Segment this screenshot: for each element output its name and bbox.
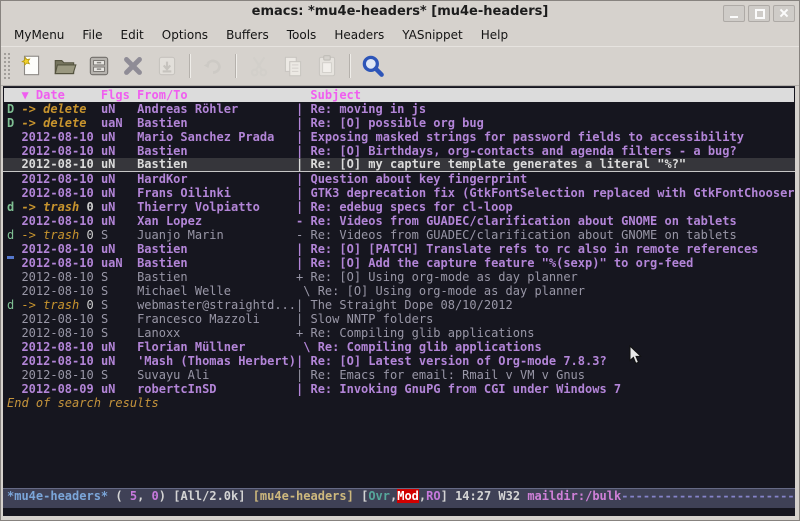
modeline-plain: ] xyxy=(441,489,455,503)
message-row[interactable]: 2012-08-10 S Michael Welle \ Re: [O] Usi… xyxy=(3,284,795,298)
paste-button[interactable] xyxy=(310,51,344,81)
message-row[interactable]: 2012-08-10 uN Bastien | Re: [O] [PATCH] … xyxy=(3,242,795,256)
modeline-plain: ( xyxy=(108,489,130,503)
save-button[interactable] xyxy=(82,51,116,81)
message-row[interactable]: 2012-08-09 uN robertcInSD | Re: Invoking… xyxy=(3,382,795,396)
modeline-buffer-name: *mu4e-headers* xyxy=(7,489,108,503)
close-buffer-button[interactable] xyxy=(116,51,150,81)
message-row[interactable]: 2012-08-10 uN HardKor | Question about k… xyxy=(3,172,795,186)
menu-item-options[interactable]: Options xyxy=(153,26,217,44)
modeline-num: 0 xyxy=(152,489,159,503)
modeline-buffer-id: [mu4e-headers] xyxy=(253,489,361,503)
modeline-mod: Mod xyxy=(397,489,419,503)
open-folder-icon xyxy=(52,53,78,79)
message-row[interactable]: d -> trash 0 S Juanjo Marin - Re: Videos… xyxy=(3,228,795,242)
message-row[interactable]: D -> delete uaN Bastien | Re: [O] possib… xyxy=(3,116,795,130)
close-button[interactable] xyxy=(773,5,795,22)
toolbar-separator xyxy=(349,54,351,78)
minimize-icon xyxy=(730,16,738,18)
end-of-search-results: End of search results xyxy=(3,396,795,410)
mode-line[interactable]: *mu4e-headers* ( 5, 0) [All/2.0k] [mu4e-… xyxy=(3,488,795,508)
message-row[interactable]: d -> trash 0 uN Thierry Volpiatto | Re: … xyxy=(3,200,795,214)
toolbar-separator xyxy=(235,54,237,78)
paste-clipboard-icon xyxy=(314,53,340,79)
copy-icon xyxy=(280,53,306,79)
message-row[interactable]: 2012-08-10 S Lanoxx + Re: Compiling glib… xyxy=(3,326,795,340)
modeline-plain: 14:27 W32 xyxy=(455,489,527,503)
message-row[interactable]: 2012-08-10 S Suvayu Ali | Re: Emacs for … xyxy=(3,368,795,382)
title-bar[interactable]: emacs: *mu4e-headers* [mu4e-headers] xyxy=(1,1,799,24)
undo-button[interactable] xyxy=(196,51,230,81)
new-file-icon xyxy=(18,53,44,79)
message-list: D -> delete uN Andreas Röhler | Re: movi… xyxy=(3,102,795,488)
maximize-button[interactable] xyxy=(748,5,770,22)
message-row[interactable]: 2012-08-10 uN Xan Lopez - Re: Videos fro… xyxy=(3,214,795,228)
menu-item-help[interactable]: Help xyxy=(472,26,517,44)
menu-item-yasnippet[interactable]: YASnippet xyxy=(393,26,472,44)
save-icon xyxy=(86,53,112,79)
headers-column-header[interactable]: ▼ Date Flgs From/To Subject xyxy=(4,88,794,102)
menu-bar: MyMenuFileEditOptionsBuffersToolsHeaders… xyxy=(1,24,799,46)
open-folder-button[interactable] xyxy=(48,51,82,81)
toolbar-separator xyxy=(189,54,191,78)
minimize-button[interactable] xyxy=(723,5,745,22)
search-icon xyxy=(360,53,386,79)
text-cursor xyxy=(7,256,14,259)
message-row[interactable]: 2012-08-10 uN Florian Müllner \ Re: Comp… xyxy=(3,340,795,354)
menu-item-file[interactable]: File xyxy=(73,26,111,44)
message-row[interactable]: d -> trash 0 S webmaster@straightd...| T… xyxy=(3,298,795,312)
copy-button[interactable] xyxy=(276,51,310,81)
modeline-plain: [All/2.0k] xyxy=(173,489,252,503)
mu4e-headers-buffer: ▼ Date Flgs From/To Subject D -> delete … xyxy=(3,86,795,516)
message-row[interactable]: 2012-08-10 S Francesco Mazzoli | Slow NN… xyxy=(3,312,795,326)
menu-item-tools[interactable]: Tools xyxy=(278,26,326,44)
frame-border: ▼ Date Flgs From/To Subject D -> delete … xyxy=(1,86,799,520)
menu-item-headers[interactable]: Headers xyxy=(325,26,393,44)
new-file-button[interactable] xyxy=(14,51,48,81)
modeline-plain: , xyxy=(137,489,151,503)
modeline-dashes: ---------------------------------------- xyxy=(621,489,795,503)
message-row[interactable]: 2012-08-10 uN Bastien | Re: [O] my captu… xyxy=(3,158,795,172)
emacs-window: emacs: *mu4e-headers* [mu4e-headers] MyM… xyxy=(0,0,800,521)
cut-button[interactable] xyxy=(242,51,276,81)
message-row[interactable]: 2012-08-10 S Bastien + Re: [O] Using org… xyxy=(3,270,795,284)
save-as-icon xyxy=(154,53,180,79)
window-title: emacs: *mu4e-headers* [mu4e-headers] xyxy=(1,4,799,19)
menu-item-edit[interactable]: Edit xyxy=(112,26,153,44)
menu-item-buffers[interactable]: Buffers xyxy=(217,26,278,44)
menu-item-mymenu[interactable]: MyMenu xyxy=(5,26,73,44)
message-row[interactable]: 2012-08-10 uN 'Mash (Thomas Herbert)| Re… xyxy=(3,354,795,368)
modeline-plain: ) xyxy=(159,489,173,503)
message-row[interactable]: 2012-08-10 uN Mario Sanchez Prada | Expo… xyxy=(3,130,795,144)
maximize-icon xyxy=(755,9,765,19)
undo-icon xyxy=(200,53,226,79)
cut-scissors-icon xyxy=(246,53,272,79)
tool-bar xyxy=(1,46,799,86)
close-x-icon xyxy=(120,53,146,79)
message-row[interactable]: 2012-08-10 uaN Bastien | Re: [O] Add the… xyxy=(3,256,795,270)
message-row[interactable]: D -> delete uN Andreas Röhler | Re: movi… xyxy=(3,102,795,116)
modeline-ro: RO xyxy=(426,489,440,503)
modeline-folder: maildir:/bulk xyxy=(527,489,621,503)
message-row[interactable]: 2012-08-10 uN Bastien | Re: [O] Birthday… xyxy=(3,144,795,158)
toolbar-grip-handle[interactable] xyxy=(3,52,10,80)
modeline-ovr: Ovr xyxy=(368,489,390,503)
modeline-num: 5 xyxy=(130,489,137,503)
message-row[interactable]: 2012-08-10 uN Frans Oilinki | GTK3 depre… xyxy=(3,186,795,200)
echo-area[interactable] xyxy=(3,508,795,516)
save-as-button[interactable] xyxy=(150,51,184,81)
search-button[interactable] xyxy=(356,51,390,81)
